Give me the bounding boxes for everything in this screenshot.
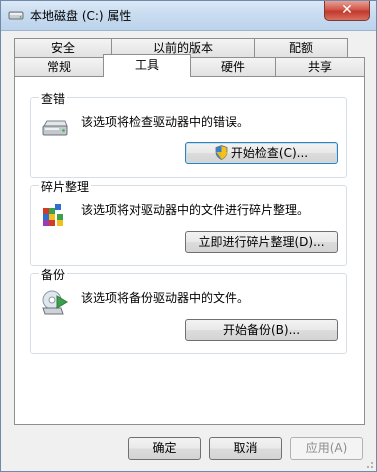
backup-description: 该选项将备份驱动器中的文件。 — [81, 291, 250, 305]
backup-group: 备份 该选项将备份驱动器中的文件。 开始备份(B)... — [30, 266, 347, 354]
defrag-group: 碎片整理 该选项将对驱动器中的文件进行碎片整理。 立即进行碎片整理(D)... — [30, 178, 347, 266]
error-check-title: 查错 — [39, 90, 68, 107]
apply-label: 应用(A) — [305, 441, 348, 455]
ok-button[interactable]: 确定 — [128, 437, 201, 460]
drive-icon — [8, 11, 24, 20]
tab-security[interactable]: 安全 — [14, 38, 112, 57]
defrag-description: 该选项将对驱动器中的文件进行碎片整理。 — [81, 203, 310, 217]
tab-sharing[interactable]: 共享 — [275, 57, 365, 76]
tools-panel: 查错 该选项将检查驱动器中的错误。 开始检查(C)... 碎片整理 该选项将对驱… — [14, 76, 365, 425]
start-backup-button[interactable]: 开始备份(B)... — [185, 319, 338, 341]
uac-shield-icon — [215, 145, 228, 160]
defrag-icon — [43, 204, 63, 226]
ok-label: 确定 — [152, 441, 177, 455]
tab-general[interactable]: 常规 — [14, 57, 104, 76]
close-button[interactable]: ✕ — [324, 1, 370, 21]
defrag-now-label: 立即进行碎片整理(D)... — [198, 235, 325, 249]
error-check-description: 该选项将检查驱动器中的错误。 — [81, 115, 250, 129]
resize-grip[interactable] — [364, 459, 374, 469]
tab-hardware[interactable]: 硬件 — [190, 57, 276, 76]
title-bar[interactable]: 本地磁盘 (C:) 属性 ✕ — [1, 1, 376, 31]
defrag-now-button[interactable]: 立即进行碎片整理(D)... — [185, 231, 338, 253]
properties-dialog: 本地磁盘 (C:) 属性 ✕ 安全 以前的版本 配额 常规 工具 硬件 共享 查… — [0, 0, 377, 472]
cancel-label: 取消 — [233, 441, 258, 455]
tab-tools[interactable]: 工具 — [103, 54, 191, 77]
apply-button[interactable]: 应用(A) — [290, 437, 363, 460]
start-check-button[interactable]: 开始检查(C)... — [185, 142, 338, 164]
backup-title: 备份 — [39, 266, 68, 283]
cancel-button[interactable]: 取消 — [209, 437, 282, 460]
start-check-label: 开始检查(C)... — [230, 146, 309, 160]
start-backup-label: 开始备份(B)... — [222, 323, 301, 337]
defrag-title: 碎片整理 — [39, 178, 92, 195]
error-check-group: 查错 该选项将检查驱动器中的错误。 开始检查(C)... — [30, 90, 347, 178]
close-icon: ✕ — [341, 2, 353, 18]
backup-icon — [42, 290, 68, 315]
hard-drive-icon — [42, 120, 68, 136]
window-title: 本地磁盘 (C:) 属性 — [30, 9, 132, 23]
tab-quota[interactable]: 配额 — [254, 38, 348, 57]
